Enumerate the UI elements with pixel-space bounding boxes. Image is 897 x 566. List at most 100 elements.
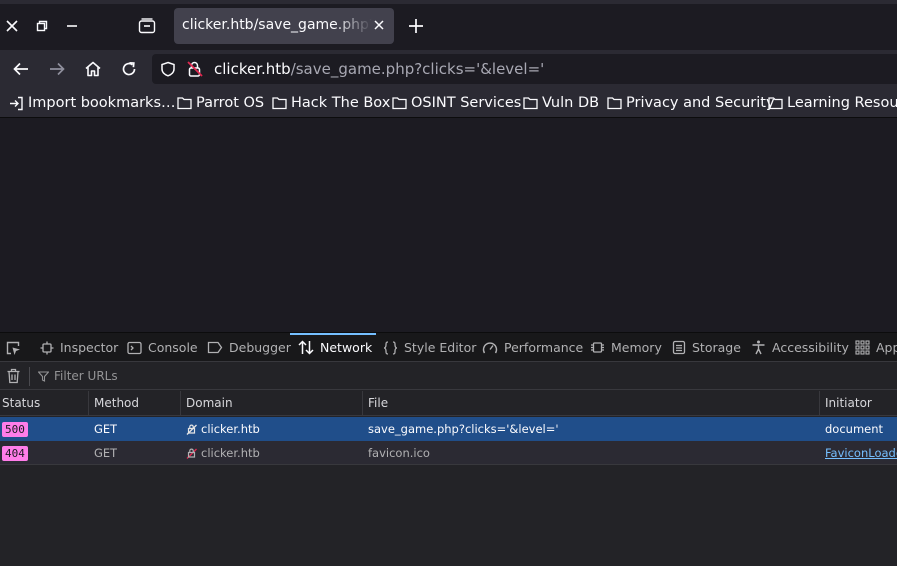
tab-network[interactable]: Network: [289, 333, 377, 361]
gauge-icon: [482, 341, 498, 353]
initiator-link[interactable]: FaviconLoader: [825, 446, 897, 460]
reload-button[interactable]: [118, 58, 140, 80]
table-header: Status Method Domain File Initiator: [0, 391, 897, 416]
window-minimize-button[interactable]: [60, 14, 84, 38]
bookmark-folder-hack-the-box[interactable]: Hack The Box: [272, 95, 390, 111]
folder-icon: [523, 97, 538, 110]
tab-label: Console: [148, 340, 198, 355]
toolbar-divider: [29, 367, 30, 386]
accessibility-icon: [752, 340, 765, 355]
tab-label: Inspector: [60, 340, 119, 355]
file-cell: save_game.php?clicks='&level=': [368, 422, 559, 436]
devtools-toolbar: Inspector Console Debugger Network Style…: [0, 333, 897, 362]
trash-icon[interactable]: [6, 368, 21, 384]
status-badge: 500: [2, 422, 28, 437]
column-header-initiator[interactable]: Initiator: [820, 391, 897, 416]
network-filter-bar: Filter URLs: [0, 363, 897, 390]
tab-label: Accessibility: [772, 340, 849, 355]
file-cell: favicon.ico: [368, 446, 430, 460]
tab-accessibility[interactable]: Accessibility: [751, 333, 849, 361]
tab-label: Storage: [692, 340, 741, 355]
insecure-icon: [186, 424, 197, 435]
forward-arrow-icon: [50, 62, 65, 76]
grid-icon: [855, 340, 870, 355]
window-top-edge: [0, 0, 897, 4]
tab-console[interactable]: Console: [127, 333, 198, 361]
bookmark-label: Parrot OS: [196, 95, 265, 111]
close-icon: [6, 20, 18, 32]
inspector-icon: [40, 341, 54, 354]
bookmark-folder-parrot-os[interactable]: Parrot OS: [177, 95, 264, 111]
bookmark-label: Hack The Box: [291, 95, 391, 111]
tab-manager-icon: [138, 18, 156, 34]
url-bar[interactable]: clicker.htb/save_game.php?clicks='&level…: [152, 54, 897, 84]
braces-icon: [383, 340, 398, 355]
bookmark-folder-vuln-db[interactable]: Vuln DB: [523, 95, 599, 111]
tab-label: Memory: [611, 340, 662, 355]
tab-performance[interactable]: Performance: [482, 333, 584, 361]
tab-label: Network: [320, 340, 373, 355]
initiator-cell: FaviconLoader: [825, 441, 897, 465]
home-button[interactable]: [82, 58, 104, 80]
insecure-icon: [186, 448, 197, 459]
back-arrow-icon: [13, 62, 28, 76]
column-header-status[interactable]: Status: [0, 391, 89, 416]
bookmark-folder-learning-resources[interactable]: Learning Resources: [768, 95, 897, 111]
folder-icon: [768, 97, 783, 110]
domain-text: clicker.htb: [201, 422, 260, 436]
url-path: /save_game.php?clicks='&level=': [290, 60, 545, 78]
status-cell: 500: [2, 417, 28, 441]
table-row[interactable]: 404 GET clicker.htb favicon.ico FaviconL…: [0, 441, 897, 465]
new-tab-icon[interactable]: [406, 16, 426, 36]
url-text[interactable]: clicker.htb/save_game.php?clicks='&level…: [214, 60, 544, 78]
home-icon: [85, 61, 101, 77]
bookmark-import[interactable]: Import bookmarks…: [9, 95, 176, 111]
tab-debugger[interactable]: Debugger: [207, 333, 291, 361]
restore-icon: [36, 20, 48, 32]
minimize-icon: [67, 25, 77, 27]
forward-button[interactable]: [46, 58, 68, 80]
window-restore-button[interactable]: [30, 14, 54, 38]
tab-manager-button[interactable]: [135, 14, 159, 38]
bookmark-folder-osint-services[interactable]: OSINT Services: [392, 95, 521, 111]
domain-cell: clicker.htb: [185, 441, 260, 465]
tab-label: Style Editor: [404, 340, 477, 355]
element-picker-icon[interactable]: [5, 340, 21, 356]
storage-icon: [672, 340, 686, 355]
navigation-bar: clicker.htb/save_game.php?clicks='&level…: [0, 50, 897, 88]
tab-strip: clicker.htb/save_game.php?clicks='&level…: [0, 0, 897, 50]
bookmark-folder-privacy-and-security[interactable]: Privacy and Security: [607, 95, 775, 111]
network-icon: [298, 340, 314, 355]
table-row[interactable]: 500 GET clicker.htb save_game.php?clicks…: [0, 417, 897, 441]
folder-icon: [607, 97, 622, 110]
tab-style-editor[interactable]: Style Editor: [383, 333, 477, 361]
tab-inspector[interactable]: Inspector: [40, 333, 119, 361]
bookmark-label: Import bookmarks…: [28, 95, 176, 111]
tab-storage[interactable]: Storage: [672, 333, 741, 361]
method-cell: GET: [94, 446, 118, 460]
filter-icon: [38, 370, 49, 382]
shield-icon[interactable]: [160, 61, 176, 77]
tab-active[interactable]: clicker.htb/save_game.php?clicks='&level…: [174, 8, 394, 44]
bookmark-label: OSINT Services: [411, 95, 522, 111]
page-content: [0, 119, 897, 332]
tab-close-icon[interactable]: [372, 18, 386, 32]
tab-label: Performance: [504, 340, 584, 355]
folder-icon: [177, 97, 192, 110]
bookmarks-toolbar: Import bookmarks… Parrot OS Hack The Box…: [0, 88, 897, 118]
column-header-domain[interactable]: Domain: [181, 391, 363, 416]
tab-memory[interactable]: Memory: [590, 333, 662, 361]
tab-application[interactable]: App: [855, 333, 897, 361]
tab-label: App: [876, 340, 897, 355]
column-header-file[interactable]: File: [363, 391, 820, 416]
back-button[interactable]: [10, 58, 32, 80]
filter-urls-input[interactable]: Filter URLs: [38, 369, 118, 383]
insecure-lock-icon[interactable]: [186, 60, 204, 78]
column-header-method[interactable]: Method: [89, 391, 181, 416]
status-cell: 404: [2, 441, 28, 465]
reload-icon: [122, 61, 136, 76]
import-icon: [10, 96, 23, 110]
chip-icon: [591, 342, 604, 353]
window-close-button[interactable]: [0, 14, 24, 38]
folder-icon: [392, 97, 407, 110]
